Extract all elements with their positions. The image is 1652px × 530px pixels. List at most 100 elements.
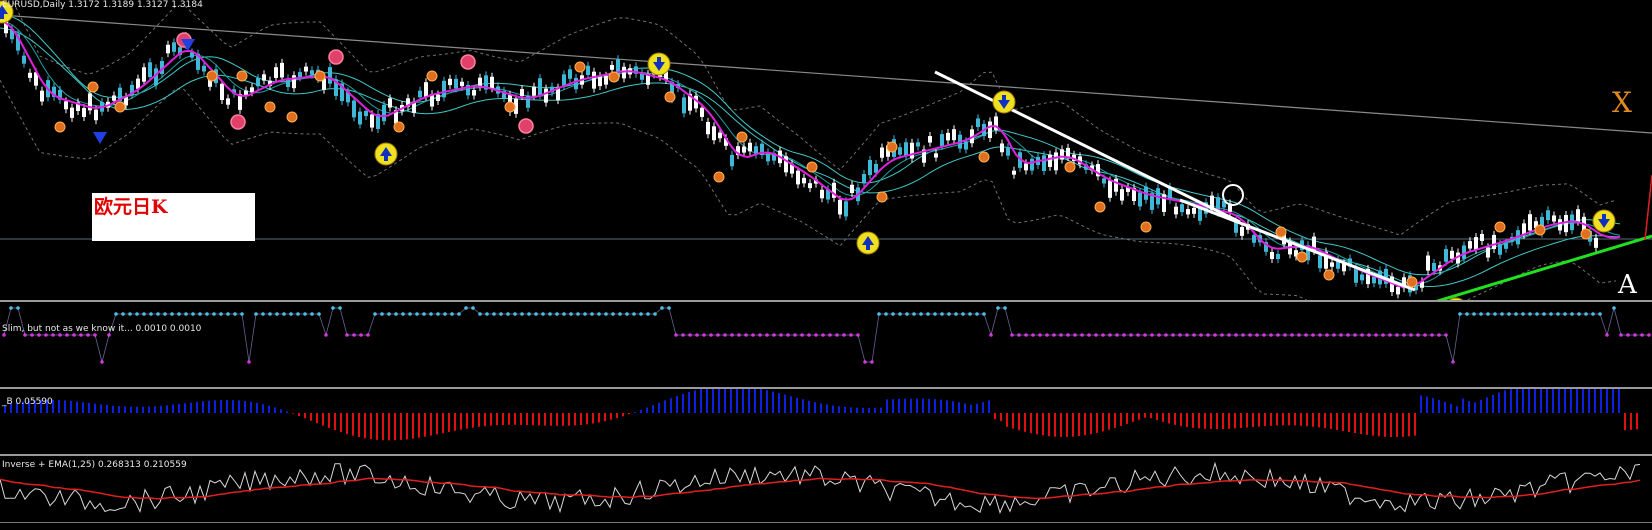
- orange-dot-icon: [713, 171, 725, 183]
- histogram-bar: [1282, 413, 1284, 426]
- histogram-bar: [292, 413, 294, 414]
- histogram-bar: [718, 389, 720, 413]
- candle-body: [280, 62, 284, 78]
- histogram-bar: [202, 401, 204, 413]
- histogram-bar: [1522, 389, 1524, 413]
- histogram-bar: [184, 403, 186, 413]
- orange-dot-icon: [1494, 221, 1506, 233]
- candle-body: [1564, 215, 1568, 233]
- histogram-bar: [1444, 401, 1446, 413]
- histogram-bar: [1414, 413, 1416, 436]
- histogram-bar: [1120, 413, 1122, 426]
- histogram-bar: [1000, 413, 1002, 422]
- histogram-bar: [946, 400, 948, 413]
- histogram-bar: [82, 402, 84, 413]
- histogram-bar: [658, 402, 660, 413]
- candle-body: [838, 199, 842, 215]
- candle-body: [988, 121, 992, 139]
- histogram-bar: [1030, 413, 1032, 434]
- histogram-bar: [682, 393, 684, 413]
- histogram-bar: [958, 402, 960, 413]
- histogram-bar: [1480, 399, 1482, 413]
- indicator-pane-inverse-ema[interactable]: Inverse + EMA(1,25) 0.268313 0.210559: [0, 456, 1652, 522]
- histogram-bar: [310, 413, 312, 421]
- candle-body: [1474, 237, 1478, 250]
- histogram-bar: [898, 398, 900, 413]
- histogram-bar: [1246, 413, 1248, 428]
- candle-body: [916, 142, 920, 147]
- candle-body: [22, 55, 26, 64]
- candle-body: [298, 72, 302, 78]
- histogram-bar: [1510, 389, 1512, 413]
- candle-body: [880, 147, 884, 158]
- orange-dot-icon: [114, 101, 126, 113]
- candle-body: [700, 107, 704, 117]
- histogram-bar: [250, 401, 252, 413]
- candle-body: [142, 67, 146, 82]
- histogram-bar: [1264, 413, 1266, 427]
- histogram-bar: [100, 404, 102, 413]
- histogram-bar: [394, 413, 396, 441]
- candle-body: [1270, 251, 1274, 259]
- histogram-bar: [1270, 413, 1272, 426]
- indicator-pane-slim[interactable]: Slim, but not as we know it... 0.0010 0.…: [0, 302, 1652, 387]
- orange-dot-icon: [87, 81, 99, 93]
- histogram-bar: [862, 407, 864, 413]
- indicator-pane-histogram[interactable]: _B 0.05590: [0, 389, 1652, 454]
- histogram-bar: [1168, 413, 1170, 424]
- histogram-bar: [70, 400, 72, 413]
- candle-body: [40, 90, 44, 102]
- histogram-bar: [1390, 413, 1392, 437]
- histogram-bar: [1006, 413, 1008, 427]
- histogram-bar: [1132, 413, 1134, 422]
- histogram-bar: [166, 405, 168, 413]
- histogram-bar: [1090, 413, 1092, 435]
- candle-body: [292, 75, 296, 89]
- histogram-bar: [346, 413, 348, 435]
- candle-body: [730, 154, 734, 167]
- candle-body: [1120, 189, 1124, 201]
- blue-arrow-icon: [93, 132, 107, 144]
- histogram-bar: [244, 401, 246, 413]
- histogram-bar: [670, 398, 672, 413]
- candle-body: [1174, 206, 1178, 215]
- histogram-bar: [778, 393, 780, 413]
- histogram-bar: [1420, 395, 1422, 413]
- histogram-bar: [214, 400, 216, 413]
- main-price-pane[interactable]: EURUSD,Daily 1.3172 1.3189 1.3127 1.3184…: [0, 0, 1652, 300]
- histogram-bar: [610, 413, 612, 420]
- candle-body: [436, 94, 440, 101]
- histogram-bar: [1150, 413, 1152, 419]
- histogram-bar: [1024, 413, 1026, 432]
- candle-body: [1426, 255, 1430, 271]
- histogram-bar: [466, 413, 468, 429]
- histogram-bar: [532, 413, 534, 426]
- candle-body: [1492, 234, 1496, 250]
- candle-body: [592, 71, 596, 89]
- histogram-bar: [544, 413, 546, 426]
- histogram-bar: [1054, 413, 1056, 437]
- histogram-bar: [1066, 413, 1068, 437]
- histogram-bar: [238, 400, 240, 413]
- orange-dot-icon: [978, 151, 990, 163]
- candle-body: [682, 97, 686, 114]
- histogram-bar: [982, 402, 984, 413]
- candle-body: [328, 67, 332, 84]
- histogram-bar: [802, 399, 804, 413]
- histogram-bar: [1552, 389, 1554, 413]
- histogram-bar: [1546, 389, 1548, 413]
- candle-body: [520, 89, 524, 97]
- green-support-trendline: [1435, 234, 1652, 300]
- histogram-bar: [1228, 413, 1230, 429]
- red-projection-line: [1644, 174, 1652, 241]
- histogram-bar: [592, 413, 594, 424]
- candle-body: [64, 101, 68, 110]
- candle-body: [1048, 154, 1052, 167]
- histogram-bar: [496, 413, 498, 426]
- histogram-bar: [1078, 413, 1080, 437]
- histogram-bar: [1618, 389, 1620, 413]
- histogram-bar: [1486, 397, 1488, 413]
- histogram-bar: [856, 407, 858, 413]
- candle-body: [1054, 152, 1058, 171]
- histogram-bar: [274, 407, 276, 413]
